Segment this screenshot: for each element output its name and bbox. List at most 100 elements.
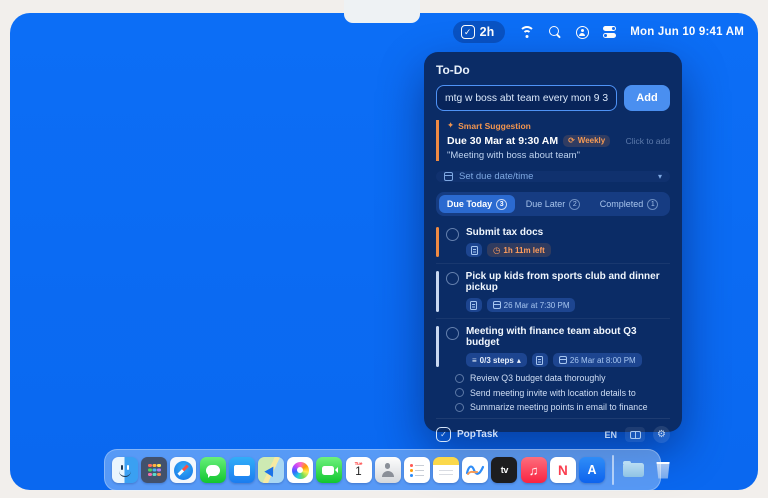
menubar-clock[interactable]: Mon Jun 10 9:41 AM <box>630 26 744 38</box>
todo-menubar-widget[interactable]: ✓ 2h <box>453 21 506 43</box>
task-checkbox[interactable] <box>446 327 459 340</box>
weekly-label: Weekly <box>578 136 605 145</box>
subtask-checkbox[interactable] <box>455 374 464 383</box>
new-task-row: Add <box>436 85 670 111</box>
add-button[interactable]: Add <box>624 85 670 111</box>
dock-icon-safari[interactable] <box>170 457 196 483</box>
subtask-row[interactable]: Summarize meeting points in email to fin… <box>455 402 670 412</box>
suggestion-due: Due 30 Mar at 9:30 AM <box>447 135 558 147</box>
dock-icon-downloads-folder[interactable] <box>621 457 647 483</box>
settings-button[interactable]: ⚙ <box>653 426 670 443</box>
priority-bar <box>436 326 439 367</box>
weekly-badge: ⟳ Weekly <box>563 135 610 147</box>
dock-icon-messages[interactable] <box>200 457 226 483</box>
calendar-icon <box>493 301 501 309</box>
language-toggle[interactable]: EN <box>604 430 617 440</box>
dock-icon-contacts[interactable] <box>375 457 401 483</box>
gear-icon: ⚙ <box>657 429 666 440</box>
dock-icon-reminders[interactable] <box>404 457 430 483</box>
guide-button[interactable] <box>625 427 645 442</box>
sparkle-icon: ✦ <box>447 120 454 131</box>
panel-footer: ✓ PopTask EN ⚙ <box>436 418 670 443</box>
calendar-icon <box>444 172 453 181</box>
time-left-badge: ◷ 1h 11m left <box>487 243 551 257</box>
appstore-letter: A <box>587 463 596 477</box>
clock-icon: ◷ <box>493 246 500 255</box>
note-icon[interactable] <box>532 353 548 367</box>
dock-icon-notes[interactable] <box>433 457 459 483</box>
subtask-list: Review Q3 budget data thoroughly Send me… <box>455 373 670 412</box>
calendar-day: 1 <box>355 467 361 479</box>
tab-label: Completed <box>600 199 644 209</box>
news-letter: N <box>558 463 568 478</box>
tab-count-badge: 1 <box>647 199 658 210</box>
dock-icon-news[interactable]: N <box>550 457 576 483</box>
dock-icon-freeform[interactable] <box>462 457 488 483</box>
time-left-label: 1h 11m left <box>503 246 544 255</box>
refresh-icon: ⟳ <box>568 136 575 145</box>
due-date-label: 26 Mar at 7:30 PM <box>504 301 570 310</box>
task-title: Submit tax docs <box>466 227 551 238</box>
widget-time-label: 2h <box>480 25 495 39</box>
task-checkbox[interactable] <box>446 272 459 285</box>
dock-icon-finder[interactable] <box>112 457 138 483</box>
task-input[interactable] <box>436 85 617 111</box>
dock-icon-trash[interactable] <box>650 457 676 483</box>
list-icon: ≡ <box>472 356 477 365</box>
task-title: Meeting with finance team about Q3 budge… <box>466 326 670 348</box>
note-icon[interactable] <box>466 298 482 312</box>
tab-label: Due Later <box>526 199 566 209</box>
dock-icon-launchpad[interactable] <box>141 457 167 483</box>
note-icon[interactable] <box>466 243 482 257</box>
tab-completed[interactable]: Completed 1 <box>591 195 667 213</box>
user-icon[interactable] <box>576 26 589 39</box>
chevron-down-icon: ▾ <box>658 172 662 181</box>
due-date-label: 26 Mar at 8:00 PM <box>570 356 636 365</box>
click-to-add-hint[interactable]: Click to add <box>626 136 670 146</box>
search-icon[interactable] <box>549 26 562 39</box>
subtask-row[interactable]: Send meeting invite with location detail… <box>455 388 670 398</box>
due-date-badge: 26 Mar at 8:00 PM <box>553 353 642 367</box>
task-checkbox[interactable] <box>446 228 459 241</box>
dock: Tue 1 tv ♫ N A <box>104 449 661 491</box>
chevron-up-icon: ▴ <box>517 356 521 365</box>
smart-suggestion-card[interactable]: ✦ Smart Suggestion Due 30 Mar at 9:30 AM… <box>436 120 670 161</box>
tab-count-badge: 2 <box>569 199 580 210</box>
check-icon: ✓ <box>461 25 475 39</box>
subtask-checkbox[interactable] <box>455 403 464 412</box>
wifi-icon[interactable] <box>519 26 535 38</box>
control-center-icon[interactable] <box>603 26 616 38</box>
tab-bar: Due Today 3 Due Later 2 Completed 1 <box>436 192 670 216</box>
dock-icon-calendar[interactable]: Tue 1 <box>346 457 372 483</box>
todo-popover: To-Do Add ✦ Smart Suggestion Due 30 Mar … <box>424 52 682 432</box>
dock-icon-mail[interactable] <box>229 457 255 483</box>
panel-title: To-Do <box>436 63 670 77</box>
due-date-badge: 26 Mar at 7:30 PM <box>487 298 576 312</box>
task-row-pick-up-kids[interactable]: Pick up kids from sports club and dinner… <box>436 264 670 319</box>
tab-label: Due Today <box>447 199 492 209</box>
set-due-dropdown[interactable]: Set due date/time ▾ <box>436 171 670 182</box>
tab-due-later[interactable]: Due Later 2 <box>515 195 591 213</box>
tab-due-today[interactable]: Due Today 3 <box>439 195 515 213</box>
task-list: Submit tax docs ◷ 1h 11m left Pick up ki <box>436 220 670 418</box>
dock-icon-music[interactable]: ♫ <box>521 457 547 483</box>
steps-label: 0/3 steps <box>480 356 514 365</box>
suggestion-preview: "Meeting with boss about team" <box>447 150 670 161</box>
dock-icon-photos[interactable] <box>287 457 313 483</box>
dock-icon-app-store[interactable]: A <box>579 457 605 483</box>
task-title: Pick up kids from sports club and dinner… <box>466 271 670 293</box>
task-row-submit-tax-docs[interactable]: Submit tax docs ◷ 1h 11m left <box>436 220 670 264</box>
dock-icon-apple-tv[interactable]: tv <box>491 457 517 483</box>
task-row-finance-meeting[interactable]: Meeting with finance team about Q3 budge… <box>436 319 670 418</box>
music-note-icon: ♫ <box>529 463 539 478</box>
screen-notch <box>344 0 420 23</box>
subtask-checkbox[interactable] <box>455 388 464 397</box>
subtask-row[interactable]: Review Q3 budget data thoroughly <box>455 373 670 383</box>
steps-badge[interactable]: ≡ 0/3 steps ▴ <box>466 353 527 367</box>
subtask-label: Summarize meeting points in email to fin… <box>470 402 648 412</box>
brand-label: PopTask <box>457 429 498 440</box>
dock-icon-facetime[interactable] <box>316 457 342 483</box>
calendar-icon <box>559 356 567 364</box>
dock-icon-maps[interactable] <box>258 457 284 483</box>
suggestion-label: Smart Suggestion <box>458 121 531 131</box>
